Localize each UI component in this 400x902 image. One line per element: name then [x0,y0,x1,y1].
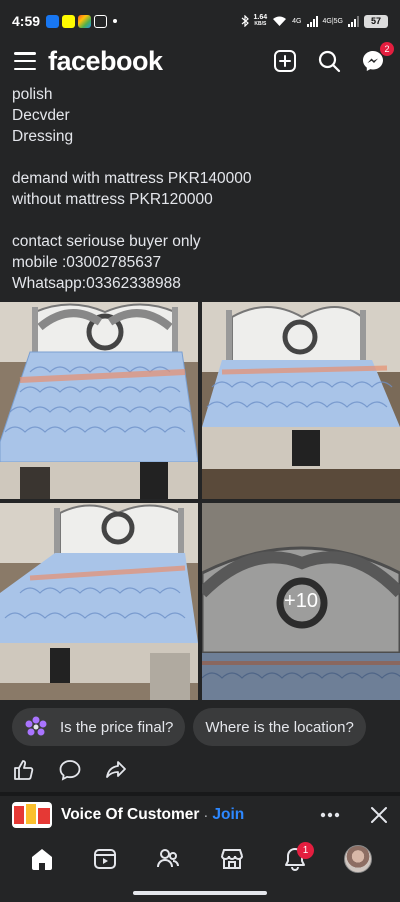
wifi-icon [273,16,287,26]
share-icon[interactable] [104,758,128,782]
messenger-button[interactable]: 2 [360,42,394,74]
create-post-button[interactable] [272,48,298,74]
group-name[interactable]: Voice Of Customer [61,806,199,824]
close-icon[interactable] [370,806,388,824]
snapchat-notification-icon [62,14,76,28]
header-actions: 2 [272,42,394,74]
home-icon [31,849,52,870]
app-notification-icon [78,14,92,28]
network-4g5g-label: 4G|5G [322,17,344,25]
post-line: Whatsapp:03362338988 [12,275,181,292]
like-icon[interactable] [12,758,36,782]
messages-notification-icon [94,14,108,28]
nav-video[interactable] [85,839,125,879]
post-line: without mattress PKR120000 [12,191,213,208]
app-header: facebook 2 [0,42,400,80]
nav-profile[interactable] [338,839,378,879]
post-line: mobile :03002785637 [12,254,162,271]
marketplace-icon [220,849,243,869]
more-photos-overlay[interactable]: +10 [202,503,400,700]
bed-photo-4[interactable]: +10 [202,503,400,700]
section-divider [0,792,400,796]
more-notifications-dot [113,19,118,23]
bed-photo-3[interactable] [0,503,198,700]
bed-photo-2[interactable] [202,302,400,499]
facebook-notification-icon [46,14,60,28]
signal-icon [306,15,318,27]
post-actions [12,756,128,784]
bottom-nav: 1 [0,834,400,884]
post-description: polish Decvder Dressing demand with matt… [12,84,392,294]
notification-icons [46,14,118,28]
bluetooth-icon [241,15,249,27]
facebook-logo[interactable]: facebook [48,46,163,77]
friends-icon [157,849,180,868]
quick-reply-label: Where is the location? [205,718,354,736]
quick-reply-label: Is the price final? [60,718,174,736]
system-status: 1.64 KB/S 4G 4G|5G 57 [241,14,388,28]
network-4g-label: 4G [292,17,302,25]
video-icon [93,849,116,869]
avatar [344,845,373,873]
nav-friends[interactable] [148,839,188,879]
post-line-blank [12,210,392,231]
status-time: 4:59 [12,13,41,29]
group-thumbnail[interactable] [12,802,52,828]
gesture-bar[interactable] [133,891,267,895]
post-line: Dressing [12,128,74,145]
search-icon [318,50,341,73]
messenger-badge: 2 [380,42,394,56]
search-button[interactable] [316,48,342,74]
join-group-button[interactable]: Join [212,806,244,824]
nav-notifications[interactable]: 1 [275,839,315,879]
menu-icon[interactable] [14,52,36,70]
plus-icon [274,50,296,72]
nav-marketplace[interactable] [212,839,252,879]
more-options-icon[interactable] [320,812,340,818]
notifications-badge: 1 [296,842,314,859]
post-line: polish [12,86,53,103]
quick-replies: Is the price final? Where is the locatio… [12,708,366,746]
photo-grid: +10 [0,302,400,700]
group-suggestion: Voice Of Customer · Join [0,800,400,830]
separator-dot: · [203,806,209,824]
comment-icon[interactable] [58,758,82,782]
sparkle-icon [24,715,48,739]
battery-icon: 57 [364,14,388,28]
bed-photo-1[interactable] [0,302,198,499]
post-line: Decvder [12,107,70,124]
quick-reply-location[interactable]: Where is the location? [193,708,366,746]
status-bar: 4:59 1.64 KB/S 4G 4G|5G 57 [0,0,400,42]
post-line: demand with mattress PKR140000 [12,170,252,187]
post-line: contact seriouse buyer only [12,233,201,250]
post-line-blank [12,147,392,168]
quick-reply-price-final[interactable]: Is the price final? [12,708,186,746]
network-speed: 1.64 KB/S [253,14,268,27]
signal-icon-2 [348,15,359,27]
suggestion-actions [320,806,388,824]
nav-home[interactable] [22,839,62,879]
